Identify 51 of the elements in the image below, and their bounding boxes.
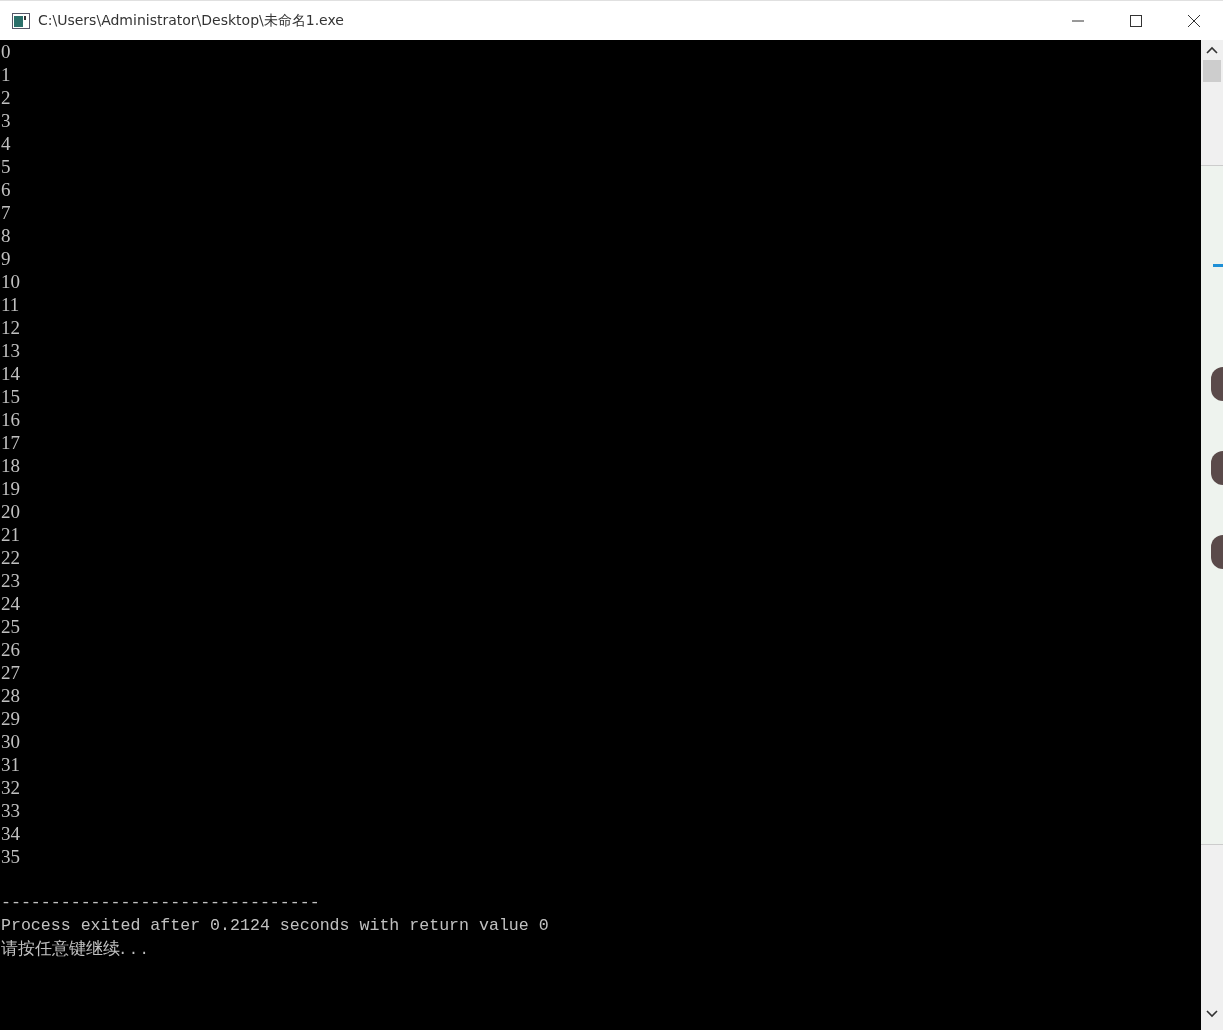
output-line: 3 bbox=[0, 109, 12, 132]
output-line: 11 bbox=[0, 293, 21, 316]
output-line: 10 bbox=[0, 270, 21, 293]
scroll-down-icon[interactable] bbox=[1206, 1010, 1218, 1018]
avatar bbox=[1211, 451, 1223, 485]
scrollbar[interactable] bbox=[1201, 40, 1223, 165]
output-line: 20 bbox=[0, 500, 21, 523]
close-icon bbox=[1187, 13, 1201, 28]
scroll-up-icon[interactable] bbox=[1206, 46, 1218, 54]
output-line: 14 bbox=[0, 362, 21, 385]
output-line: 5 bbox=[0, 155, 12, 178]
output-line: 26 bbox=[0, 638, 21, 661]
avatar bbox=[1211, 535, 1223, 569]
output-line: 33 bbox=[0, 799, 21, 822]
continue-prompt: 请按任意键继续. . . bbox=[0, 937, 149, 960]
minimize-icon bbox=[1071, 19, 1085, 22]
output-line: 8 bbox=[0, 224, 12, 247]
avatar bbox=[1211, 367, 1223, 401]
output-line: 12 bbox=[0, 316, 21, 339]
output-line: 19 bbox=[0, 477, 21, 500]
output-line: 35 bbox=[0, 845, 21, 868]
output-line: 1 bbox=[0, 63, 12, 86]
output-line: 27 bbox=[0, 661, 21, 684]
output-line: 6 bbox=[0, 178, 12, 201]
output-line: 25 bbox=[0, 615, 21, 638]
output-line: 0 bbox=[0, 40, 12, 63]
output-line: 4 bbox=[0, 132, 12, 155]
maximize-icon bbox=[1129, 13, 1143, 28]
output-line: 7 bbox=[0, 201, 12, 224]
output-line: 16 bbox=[0, 408, 21, 431]
output-line: 31 bbox=[0, 753, 21, 776]
output-line: 9 bbox=[0, 247, 12, 270]
output-line: 23 bbox=[0, 569, 21, 592]
output-line: 22 bbox=[0, 546, 21, 569]
output-line: 30 bbox=[0, 730, 21, 753]
output-line: 21 bbox=[0, 523, 21, 546]
output-line: 28 bbox=[0, 684, 21, 707]
output-line: 13 bbox=[0, 339, 21, 362]
output-line: 2 bbox=[0, 86, 12, 109]
separator-line: -------------------------------- bbox=[0, 892, 321, 914]
exit-message: Process exited after 0.2124 seconds with return value 0 bbox=[0, 915, 550, 937]
window-title: C:\Users\Administrator\Desktop\未命名1.exe bbox=[38, 11, 344, 30]
output-line: 17 bbox=[0, 431, 21, 454]
console-icon bbox=[12, 12, 30, 29]
output-line: 29 bbox=[0, 707, 21, 730]
output-line: 24 bbox=[0, 592, 21, 615]
output-line: 18 bbox=[0, 454, 21, 477]
output-line: 15 bbox=[0, 385, 21, 408]
scrollbar-thumb[interactable] bbox=[1203, 60, 1221, 82]
output-line: 34 bbox=[0, 822, 21, 845]
output-line: 32 bbox=[0, 776, 21, 799]
